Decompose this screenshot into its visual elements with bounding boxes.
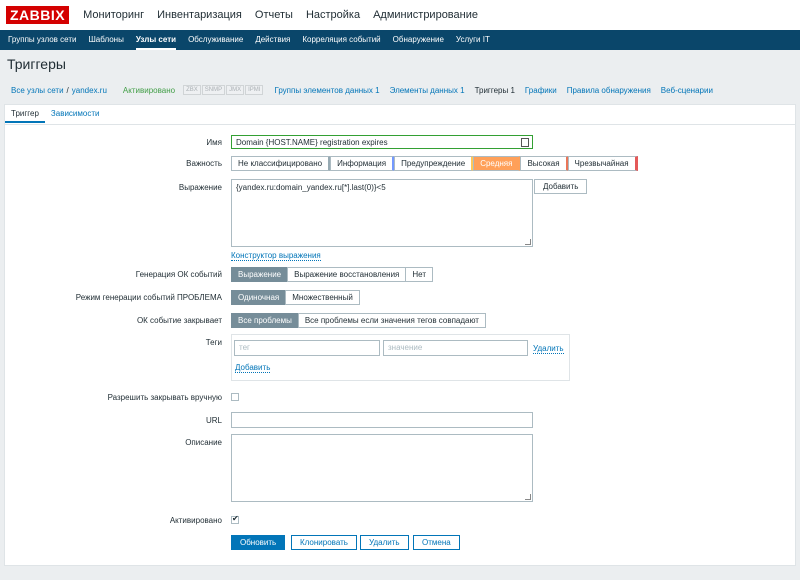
severity-high[interactable]: Высокая: [520, 156, 569, 171]
submenu-event-correlation[interactable]: Корреляция событий: [302, 30, 380, 50]
ok-event-generation-selector: Выражение Выражение восстановления Нет: [231, 267, 433, 282]
expression-textarea[interactable]: {yandex.ru:domain_yandex.ru[*].last(0)}<…: [231, 179, 533, 247]
menu-monitoring[interactable]: Мониторинг: [83, 9, 144, 21]
enabled-checkbox[interactable]: [231, 514, 239, 524]
submenu-maintenance[interactable]: Обслуживание: [188, 30, 243, 50]
submenu-hosts[interactable]: Узлы сети: [135, 30, 177, 50]
sub-menu: Группы узлов сети Шаблоны Узлы сети Обсл…: [0, 30, 800, 50]
badge-jmx: JMX: [226, 85, 245, 95]
breadcrumb-all-hosts[interactable]: Все узлы сети: [11, 86, 64, 95]
severity-selector: Не классифицировано Информация Предупреж…: [231, 156, 638, 171]
problem-mode-single[interactable]: Одиночная: [231, 290, 287, 305]
name-input[interactable]: Domain {HOST.NAME} registration expires: [231, 135, 533, 149]
nav-items[interactable]: Элементы данных 1: [390, 86, 465, 95]
zabbix-logo[interactable]: ZABBIX: [6, 6, 70, 24]
expression-value: {yandex.ru:domain_yandex.ru[*].last(0)}<…: [236, 183, 386, 192]
macro-icon[interactable]: [521, 138, 529, 147]
top-header: ZABBIX Мониторинг Инвентаризация Отчеты …: [0, 0, 800, 30]
nav-web-scenarios[interactable]: Веб-сценарии: [661, 86, 713, 95]
badge-zbx: ZBX: [183, 85, 201, 95]
breadcrumb-separator: /: [66, 85, 69, 95]
ok-gen-none[interactable]: Нет: [405, 267, 433, 282]
problem-mode-label: Режим генерации событий ПРОБЛЕМА: [75, 293, 222, 302]
delete-button[interactable]: Удалить: [360, 535, 409, 550]
description-textarea[interactable]: [231, 434, 533, 502]
tags-label: Теги: [205, 338, 222, 347]
description-label: Описание: [185, 438, 222, 447]
form-tabs: Триггер Зависимости: [5, 105, 105, 123]
badge-ipmi: IPMI: [245, 85, 264, 95]
ok-closes-tag-match[interactable]: Все проблемы если значения тегов совпада…: [297, 313, 486, 328]
severity-average[interactable]: Средняя: [473, 156, 522, 171]
menu-administration[interactable]: Администрирование: [373, 9, 478, 21]
page-title: Триггеры: [7, 56, 66, 72]
expression-label: Выражение: [178, 183, 222, 192]
tag-name-input[interactable]: тег: [234, 340, 380, 356]
menu-reports[interactable]: Отчеты: [255, 9, 293, 21]
tab-dependencies[interactable]: Зависимости: [45, 105, 106, 123]
expression-constructor-link[interactable]: Конструктор выражения: [231, 251, 321, 261]
url-input[interactable]: [231, 412, 533, 428]
ok-closes-selector: Все проблемы Все проблемы если значения …: [231, 313, 486, 328]
tag-remove-link[interactable]: Удалить: [533, 344, 564, 354]
ok-closes-label: ОК событие закрывает: [136, 316, 222, 325]
problem-mode-selector: Одиночная Множественный: [231, 290, 360, 305]
trigger-form-panel: Триггер Зависимости Имя Domain {HOST.NAM…: [4, 104, 796, 566]
submenu-templates[interactable]: Шаблоны: [88, 30, 123, 50]
resize-handle-icon[interactable]: [525, 239, 531, 245]
severity-label: Важность: [186, 159, 222, 168]
host-navigation: Все узлы сети / yandex.ru Активировано Z…: [0, 82, 800, 98]
severity-not-classified[interactable]: Не классифицировано: [231, 156, 332, 171]
resize-handle-icon[interactable]: [525, 494, 531, 500]
problem-mode-multiple[interactable]: Множественный: [285, 290, 360, 305]
availability-badges: ZBX SNMP JMX IPMI: [183, 85, 264, 95]
nav-triggers[interactable]: Триггеры 1: [475, 86, 515, 95]
manual-close-label: Разрешить закрывать вручную: [107, 393, 222, 402]
tag-add-link[interactable]: Добавить: [235, 363, 271, 373]
tag-value-input[interactable]: значение: [383, 340, 528, 356]
top-menu: Мониторинг Инвентаризация Отчеты Настрой…: [83, 9, 491, 21]
breadcrumb-host[interactable]: yandex.ru: [72, 86, 107, 95]
tag-name-placeholder: тег: [239, 343, 250, 352]
severity-warning[interactable]: Предупреждение: [394, 156, 475, 171]
nav-graphs[interactable]: Графики: [525, 86, 557, 95]
ok-closes-all[interactable]: Все проблемы: [231, 313, 299, 328]
submenu-host-groups[interactable]: Группы узлов сети: [8, 30, 76, 50]
manual-close-checkbox[interactable]: [231, 393, 239, 401]
menu-inventory[interactable]: Инвентаризация: [157, 9, 242, 21]
enabled-label: Активировано: [169, 516, 222, 525]
severity-disaster[interactable]: Чрезвычайная: [567, 156, 638, 171]
add-expression-button[interactable]: Добавить: [534, 179, 588, 194]
update-button[interactable]: Обновить: [231, 535, 286, 550]
host-status[interactable]: Активировано: [123, 86, 175, 95]
tab-trigger[interactable]: Триггер: [5, 105, 45, 123]
clone-button[interactable]: Клонировать: [291, 535, 357, 550]
submenu-it-services[interactable]: Услуги IT: [456, 30, 490, 50]
ok-gen-recovery-expression[interactable]: Выражение восстановления: [287, 267, 407, 282]
nav-discovery-rules[interactable]: Правила обнаружения: [567, 86, 651, 95]
name-label: Имя: [206, 138, 222, 147]
menu-configuration[interactable]: Настройка: [306, 9, 360, 21]
tab-divider: [5, 124, 795, 125]
ok-gen-expression[interactable]: Выражение: [231, 267, 289, 282]
name-value: Domain {HOST.NAME} registration expires: [236, 138, 388, 147]
tag-value-placeholder: значение: [388, 343, 423, 352]
submenu-actions[interactable]: Действия: [255, 30, 290, 50]
cancel-button[interactable]: Отмена: [413, 535, 460, 550]
badge-snmp: SNMP: [201, 85, 226, 95]
nav-applications[interactable]: Группы элементов данных 1: [274, 86, 379, 95]
url-label: URL: [205, 416, 222, 425]
ok-event-generation-label: Генерация ОК событий: [135, 270, 222, 279]
submenu-discovery[interactable]: Обнаружение: [393, 30, 444, 50]
severity-information[interactable]: Информация: [330, 156, 396, 171]
